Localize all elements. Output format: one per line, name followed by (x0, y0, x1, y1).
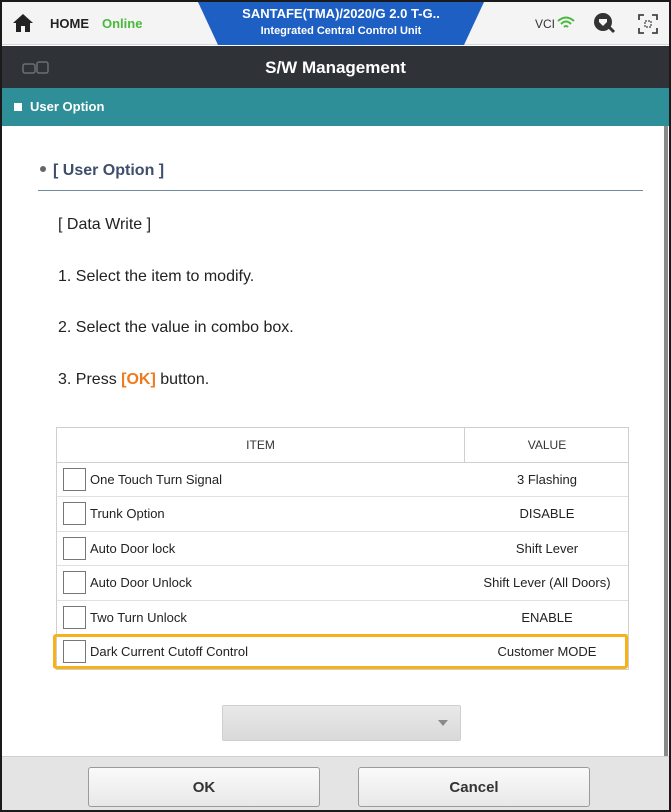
vci-label: VCI (535, 17, 556, 31)
table-row[interactable]: One Touch Turn Signal 3 Flashing (57, 463, 628, 498)
instruction-step-2: 2. Select the value in combo box. (58, 319, 294, 336)
home-icon[interactable] (12, 12, 34, 34)
step-3-ok-highlight: [OK] (121, 371, 156, 388)
step-3-prefix: 3. Press (58, 371, 122, 388)
row-item: Two Turn Unlock (90, 609, 187, 625)
section-bullet-icon (14, 103, 22, 111)
vehicle-system: Integrated Central Control Unit (260, 25, 422, 37)
section-title: User Option (30, 99, 105, 114)
column-header-item: ITEM (57, 428, 465, 463)
row-checkbox[interactable] (63, 468, 86, 491)
ok-button[interactable]: OK (88, 767, 320, 807)
row-value: DISABLE (519, 506, 575, 522)
vehicle-title: SANTAFE(TMA)/2020/G 2.0 T-G.. (242, 6, 440, 21)
column-header-value: VALUE (527, 438, 567, 452)
value-combo-box[interactable] (222, 705, 461, 741)
content-heading-text: [ User Option ] (53, 162, 165, 179)
connection-status: Online (102, 16, 143, 31)
fullscreen-icon[interactable] (638, 14, 658, 34)
row-checkbox[interactable] (63, 605, 86, 629)
wifi-icon (557, 16, 575, 28)
vehicle-info: SANTAFE(TMA)/2020/G 2.0 T-G.. Integrated… (198, 2, 484, 45)
row-checkbox[interactable] (63, 502, 86, 526)
section-header: User Option (2, 88, 669, 126)
table-row[interactable]: Trunk Option DISABLE (57, 497, 628, 532)
data-write-label: [ Data Write ] (58, 216, 152, 233)
row-highlight-frame (53, 634, 628, 669)
content-heading: [ User Option ] (40, 162, 164, 180)
bullet-icon (40, 165, 46, 172)
chevron-down-icon (438, 720, 448, 726)
scrollbar[interactable] (664, 126, 668, 756)
step-3-suffix: button. (155, 371, 210, 388)
bottom-bar: OK Cancel (2, 756, 669, 810)
row-value: Shift Lever (All Doors) (483, 575, 611, 591)
table-row[interactable]: Two Turn Unlock ENABLE (57, 600, 628, 635)
cancel-button[interactable]: Cancel (358, 767, 590, 807)
title-bar: S/W Management (2, 46, 669, 88)
tool-icon[interactable] (592, 11, 616, 35)
row-item: Auto Door lock (90, 540, 176, 556)
row-value: Shift Lever (515, 540, 579, 556)
top-bar: HOME Online SANTAFE(TMA)/2020/G 2.0 T-G.… (2, 2, 669, 45)
home-label[interactable]: HOME (50, 16, 89, 31)
instruction-step-3: 3. Press [OK] button. (58, 371, 209, 389)
page-title: S/W Management (265, 58, 406, 77)
table-header: ITEM VALUE (57, 428, 628, 463)
table-row[interactable]: Auto Door lock Shift Lever (57, 531, 628, 567)
app-window: HOME Online SANTAFE(TMA)/2020/G 2.0 T-G.… (0, 0, 671, 812)
row-value: ENABLE (521, 609, 573, 625)
row-item: One Touch Turn Signal (90, 472, 223, 487)
row-item: Auto Door Unlock (90, 575, 192, 591)
divider (38, 190, 643, 191)
row-checkbox[interactable] (63, 536, 86, 560)
row-item: Trunk Option (90, 506, 165, 522)
instruction-step-1: 1. Select the item to modify. (58, 268, 255, 285)
row-checkbox[interactable] (63, 571, 86, 595)
row-value: 3 Flashing (517, 472, 577, 487)
table-row[interactable]: Auto Door Unlock Shift Lever (All Doors) (57, 566, 628, 601)
